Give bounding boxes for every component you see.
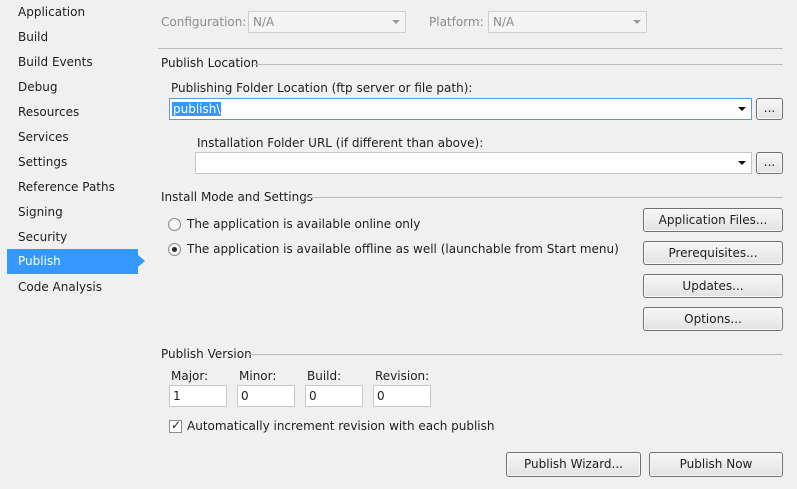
configuration-label: Configuration: bbox=[161, 15, 247, 29]
platform-value: N/A bbox=[493, 15, 515, 29]
sidebar-item-reference-paths[interactable]: Reference Paths bbox=[7, 175, 138, 200]
revision-label: Revision: bbox=[375, 369, 430, 383]
install-mode-heading: Install Mode and Settings bbox=[161, 190, 314, 204]
configuration-dropdown[interactable]: N/A bbox=[248, 11, 406, 33]
publish-version-heading: Publish Version bbox=[161, 347, 252, 361]
build-input[interactable] bbox=[305, 385, 363, 407]
major-input[interactable] bbox=[169, 385, 227, 407]
browse-url-button[interactable]: ... bbox=[756, 152, 783, 174]
major-label: Major: bbox=[171, 369, 209, 383]
configuration-value: N/A bbox=[253, 15, 275, 29]
sidebar-item-publish[interactable]: Publish bbox=[7, 249, 145, 274]
minor-label: Minor: bbox=[239, 369, 277, 383]
auto-increment-label[interactable]: Automatically increment revision with ea… bbox=[187, 419, 495, 433]
updates-button[interactable]: Updates... bbox=[643, 274, 783, 298]
sidebar-item-settings[interactable]: Settings bbox=[7, 150, 138, 175]
sidebar-item-services[interactable]: Services bbox=[7, 125, 138, 150]
section-divider bbox=[254, 64, 783, 65]
online-only-label[interactable]: The application is available online only bbox=[187, 217, 420, 231]
prerequisites-button[interactable]: Prerequisites... bbox=[643, 241, 783, 265]
auto-increment-checkbox[interactable] bbox=[169, 418, 182, 433]
minor-value[interactable] bbox=[238, 386, 294, 406]
browse-folder-button[interactable]: ... bbox=[756, 98, 783, 120]
sidebar-nav: Application Build Build Events Debug Res… bbox=[0, 0, 146, 489]
publishing-folder-value[interactable]: publish\ bbox=[172, 102, 222, 116]
sidebar-item-build[interactable]: Build bbox=[7, 25, 138, 50]
online-only-radio[interactable] bbox=[168, 218, 181, 231]
offline-radio[interactable] bbox=[168, 243, 181, 256]
options-button[interactable]: Options... bbox=[643, 307, 783, 331]
section-divider bbox=[248, 354, 783, 355]
sidebar-item-debug[interactable]: Debug bbox=[7, 75, 138, 100]
section-divider bbox=[158, 48, 783, 49]
sidebar-item-build-events[interactable]: Build Events bbox=[7, 50, 138, 75]
revision-input[interactable] bbox=[373, 385, 431, 407]
chevron-down-icon bbox=[392, 20, 400, 24]
publish-wizard-button[interactable]: Publish Wizard... bbox=[506, 452, 641, 477]
platform-dropdown[interactable]: N/A bbox=[488, 11, 647, 33]
publishing-folder-label: Publishing Folder Location (ftp server o… bbox=[171, 81, 473, 95]
platform-label: Platform: bbox=[429, 15, 484, 29]
installation-url-label: Installation Folder URL (if different th… bbox=[197, 136, 484, 150]
sidebar-item-code-analysis[interactable]: Code Analysis bbox=[7, 275, 138, 300]
section-divider bbox=[305, 197, 783, 198]
sidebar-item-resources[interactable]: Resources bbox=[7, 100, 138, 125]
sidebar-item-security[interactable]: Security bbox=[7, 225, 138, 250]
application-files-button[interactable]: Application Files... bbox=[643, 208, 783, 232]
chevron-down-icon[interactable] bbox=[738, 107, 746, 111]
chevron-down-icon bbox=[633, 20, 641, 24]
build-value[interactable] bbox=[306, 386, 362, 406]
installation-url-combo[interactable] bbox=[195, 152, 752, 174]
publish-location-heading: Publish Location bbox=[161, 56, 259, 70]
sidebar-item-signing[interactable]: Signing bbox=[7, 200, 138, 225]
revision-value[interactable] bbox=[374, 386, 430, 406]
build-label: Build: bbox=[307, 369, 342, 383]
publish-now-button[interactable]: Publish Now bbox=[649, 452, 783, 477]
offline-label[interactable]: The application is available offline as … bbox=[187, 242, 619, 256]
sidebar-item-application[interactable]: Application bbox=[7, 0, 138, 25]
major-value[interactable] bbox=[170, 386, 226, 406]
chevron-down-icon[interactable] bbox=[738, 161, 746, 165]
publishing-folder-combo[interactable]: publish\ bbox=[169, 98, 752, 120]
minor-input[interactable] bbox=[237, 385, 295, 407]
